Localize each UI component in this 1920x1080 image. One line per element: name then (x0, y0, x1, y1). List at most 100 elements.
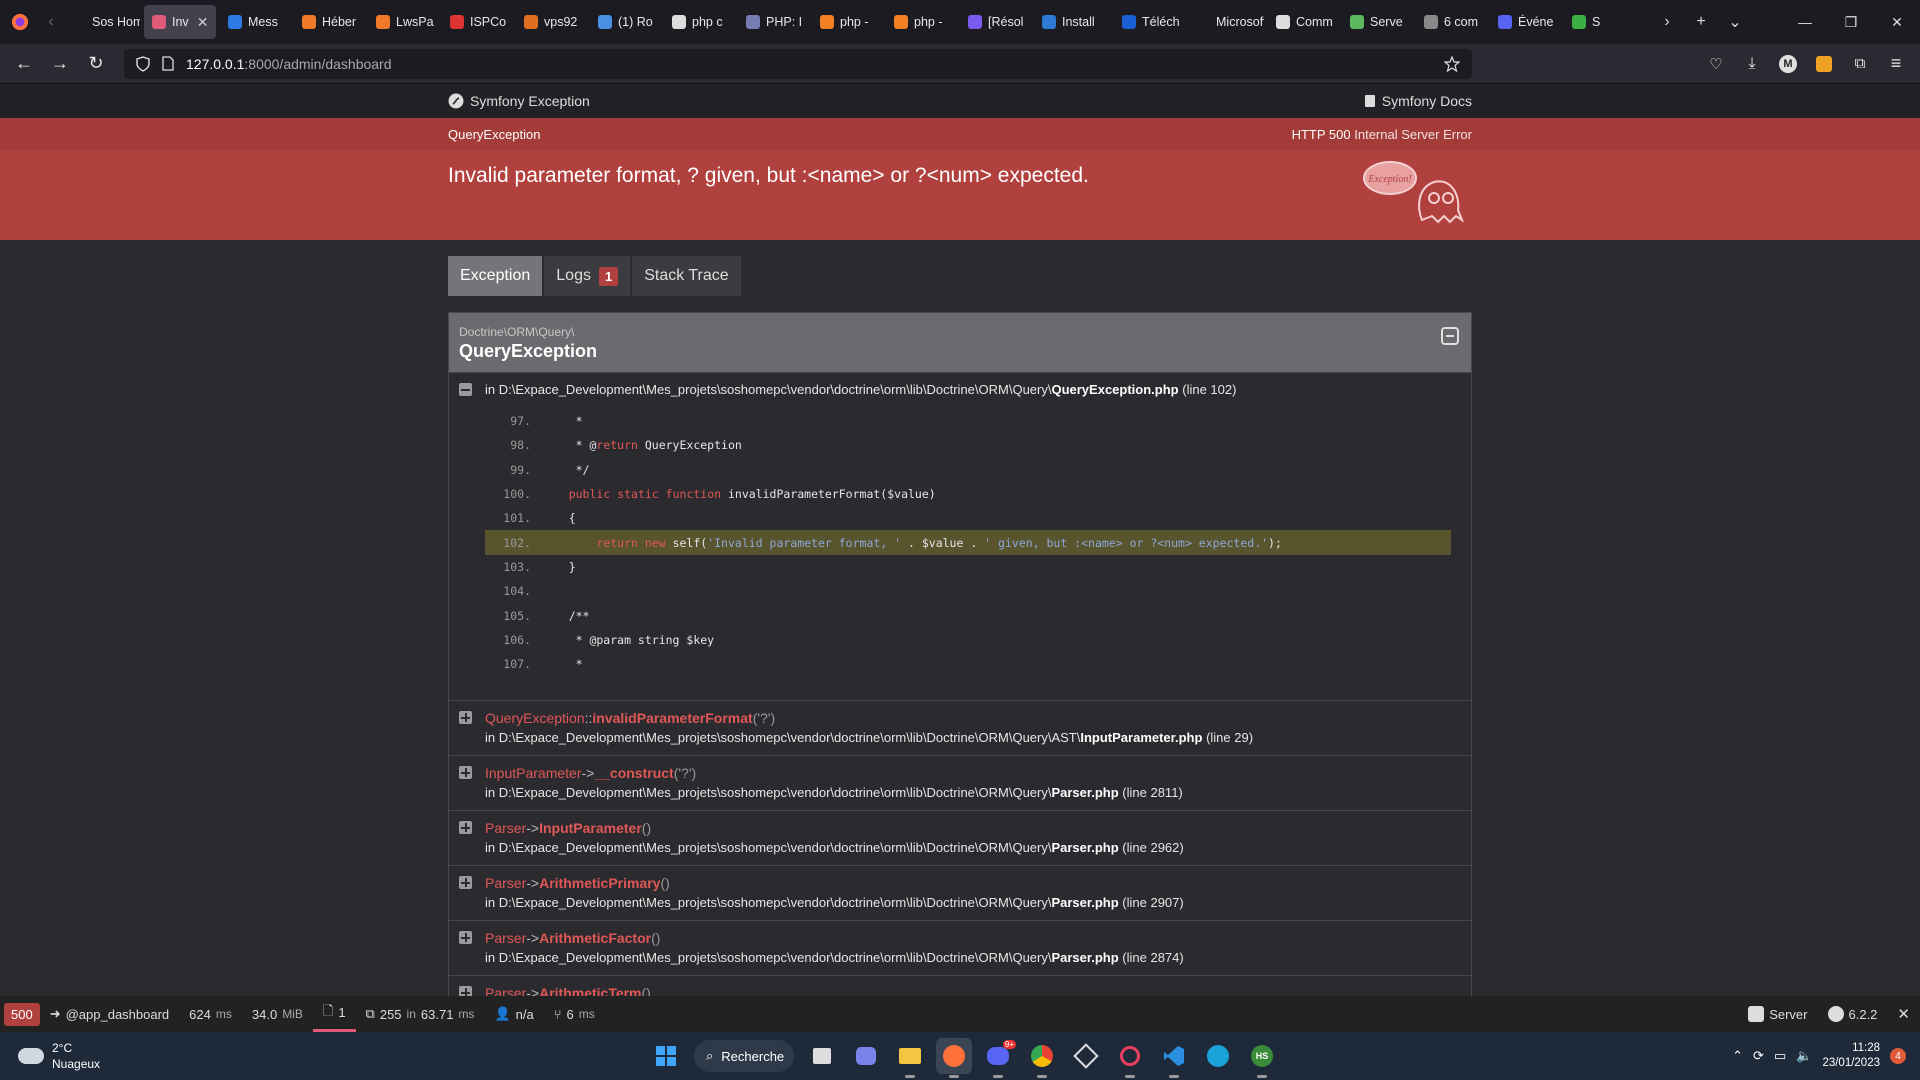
firefox-menu-icon[interactable] (0, 0, 40, 44)
trace-frame[interactable]: Parser->ArithmeticPrimary() in D:\Expace_… (449, 865, 1471, 920)
browser-tab[interactable]: php - (812, 5, 882, 39)
toolbar-user[interactable]: 👤 n/a (484, 996, 543, 1032)
browser-tab[interactable]: Événe (1490, 5, 1560, 39)
close-window-icon[interactable]: ✕ (1874, 0, 1920, 44)
tab-stack-trace[interactable]: Stack Trace (632, 256, 741, 296)
screen-recorder-icon[interactable] (1112, 1038, 1148, 1078)
chrome-icon[interactable] (1024, 1038, 1060, 1078)
toolbar-version[interactable]: 6.2.2 (1818, 996, 1888, 1032)
expand-frame-icon[interactable] (459, 821, 472, 835)
taskbar-search[interactable]: ⌕ Recherche (694, 1040, 794, 1072)
back-icon[interactable]: ← (6, 48, 42, 80)
browser-tab[interactable]: 6 com (1416, 5, 1486, 39)
browser-tab[interactable]: Serve (1342, 5, 1412, 39)
trace-frame[interactable]: QueryException::invalidParameterFormat('… (449, 700, 1471, 755)
browser-tab[interactable]: [Résol (960, 5, 1030, 39)
trace-frame[interactable]: Parser->InputParameter() in D:\Expace_Dev… (449, 810, 1471, 865)
trace-frame[interactable]: Parser->ArithmeticTerm() (449, 975, 1471, 996)
shield-icon[interactable] (136, 55, 150, 72)
browser-tab[interactable]: Mess (220, 5, 290, 39)
virtualbox-icon[interactable] (1068, 1038, 1104, 1074)
toolbar-route[interactable]: ➜ @app_dashboard (40, 996, 179, 1032)
browser-tab[interactable]: vps92 (516, 5, 586, 39)
url-bar[interactable]: 127.0.0.1:8000/admin/dashboard (124, 48, 1472, 79)
tab-label: Mess (248, 15, 278, 29)
toolbar-memory[interactable]: 34.0 MiB (242, 996, 313, 1032)
discord-icon[interactable]: 9+ (980, 1038, 1016, 1078)
minimize-icon[interactable]: — (1782, 0, 1828, 44)
code-line: 101. { (485, 506, 1451, 530)
line-number: 101. (503, 511, 531, 526)
collapse-toggle-icon[interactable] (1441, 327, 1459, 345)
tab-scroll-right-icon[interactable]: › (1650, 0, 1684, 44)
toolbar-close-icon[interactable]: ✕ (1887, 996, 1920, 1032)
tray-chevron-icon[interactable]: ⌃ (1732, 1048, 1743, 1064)
reload-icon[interactable]: ↻ (78, 48, 114, 80)
extensions-puzzle-icon[interactable]: ⧉ (1842, 48, 1878, 80)
close-tab-icon[interactable]: ✕ (197, 14, 209, 31)
browser-tab[interactable]: php c (664, 5, 734, 39)
tab-logs[interactable]: Logs 1 (544, 256, 631, 296)
weather-widget[interactable]: 2°C Nuageux (0, 1040, 600, 1072)
browser-tab[interactable]: ISPCo (442, 5, 512, 39)
expand-frame-icon[interactable] (459, 876, 472, 890)
browser-tab[interactable]: Install (1034, 5, 1110, 39)
sync-icon[interactable]: ⟳ (1753, 1048, 1764, 1064)
toolbar-twig[interactable]: ⑂ 6 ms (544, 996, 605, 1032)
hs-app-icon[interactable]: HS (1244, 1038, 1280, 1078)
extension-icon[interactable] (1806, 48, 1842, 80)
teams-chat-icon[interactable] (848, 1038, 884, 1074)
task-view-icon[interactable] (804, 1038, 840, 1074)
windows-start-icon[interactable] (648, 1038, 684, 1074)
toolbar-time[interactable]: 624 ms (179, 996, 242, 1032)
firefox-taskbar-icon[interactable] (936, 1038, 972, 1078)
browser-tab[interactable]: Héber (294, 5, 364, 39)
browser-tab[interactable]: Téléch (1114, 5, 1184, 39)
browser-tab[interactable]: Comm (1268, 5, 1338, 39)
new-tab-icon[interactable]: + (1684, 0, 1718, 44)
browser-tab[interactable]: php - (886, 5, 956, 39)
bookmark-star-icon[interactable] (1444, 55, 1460, 72)
edge-icon[interactable] (1200, 1038, 1236, 1074)
line-number: 105. (503, 608, 531, 623)
expand-frame-icon[interactable] (459, 766, 472, 780)
expand-frame-icon[interactable] (459, 711, 472, 725)
browser-tab[interactable]: Sos Home (64, 5, 140, 39)
browser-tab[interactable]: (1) Ro (590, 5, 660, 39)
toolbar-logs[interactable]: 🗋 1 (312, 996, 356, 1032)
app-menu-icon[interactable]: ≡ (1878, 48, 1914, 80)
browser-tab[interactable]: Inv ✕ (144, 5, 216, 39)
browser-tab[interactable]: PHP: I (738, 5, 808, 39)
pocket-icon[interactable]: ♡ (1698, 48, 1734, 80)
trace-frame[interactable]: InputParameter->__construct('?') in D:\Ex… (449, 755, 1471, 810)
list-all-tabs-icon[interactable]: ⌄ (1718, 0, 1752, 44)
downloads-icon[interactable]: ⤓ (1734, 48, 1770, 80)
browser-tab[interactable]: LwsPa (368, 5, 438, 39)
toolbar-server[interactable]: Server (1738, 996, 1817, 1032)
network-icon[interactable]: ▭ (1774, 1048, 1786, 1064)
trace-frame[interactable]: Parser->ArithmeticFactor() in D:\Expace_D… (449, 920, 1471, 975)
symfony-brand[interactable]: Symfony Exception (448, 93, 590, 109)
clock[interactable]: 11:28 23/01/2023 (1822, 1041, 1880, 1071)
frame-file[interactable]: in D:\Expace_Development\Mes_projets\sos… (485, 382, 1461, 397)
restore-icon[interactable]: ❐ (1828, 0, 1874, 44)
expand-frame-icon[interactable] (459, 931, 472, 945)
toolbar-database[interactable]: ⧉ 255 in 63.71 ms (356, 996, 485, 1032)
trace-header[interactable]: Doctrine\ORM\Query\ QueryException (449, 313, 1471, 372)
symfony-docs-link[interactable]: Symfony Docs (1364, 93, 1472, 109)
page-info-icon[interactable] (162, 56, 174, 71)
collapse-frame-icon[interactable] (459, 383, 472, 396)
forward-icon[interactable]: → (42, 48, 78, 80)
account-avatar-icon[interactable]: M (1770, 48, 1806, 80)
expand-frame-icon[interactable] (459, 986, 472, 996)
notification-badge[interactable]: 4 (1890, 1048, 1906, 1064)
browser-tab[interactable]: S (1564, 5, 1634, 39)
file-explorer-icon[interactable] (892, 1038, 928, 1078)
tab-exception[interactable]: Exception (448, 256, 543, 296)
browser-tab[interactable]: Microsoft (1188, 5, 1264, 39)
tab-scroll-left-icon[interactable]: ‹ (40, 0, 62, 44)
status-code-badge[interactable]: 500 (4, 1002, 40, 1026)
volume-icon[interactable]: 🔈 (1796, 1048, 1812, 1064)
vscode-icon[interactable] (1156, 1038, 1192, 1078)
tab-favicon-icon (746, 15, 760, 29)
